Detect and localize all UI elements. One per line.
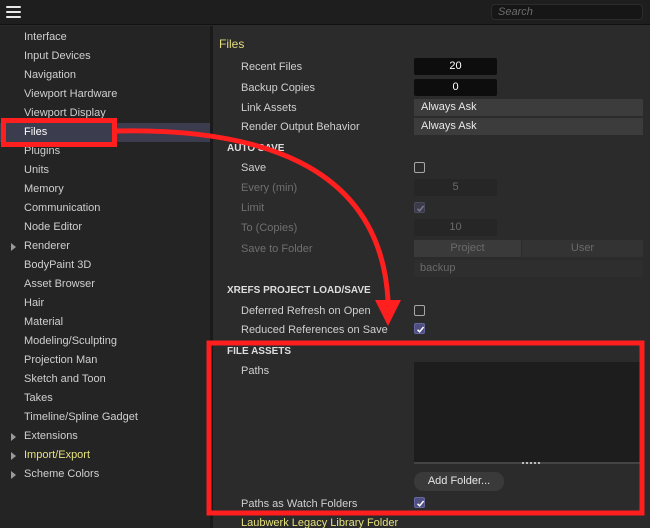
preferences-window: Search Interface Input Devices Navigation V…	[0, 0, 650, 528]
annotation-overlay	[1, 118, 645, 516]
annotation-arrow	[112, 128, 391, 303]
files-highlight-box	[1, 118, 117, 147]
file-assets-highlight-box	[206, 340, 645, 516]
arrow-head-icon	[375, 300, 401, 326]
